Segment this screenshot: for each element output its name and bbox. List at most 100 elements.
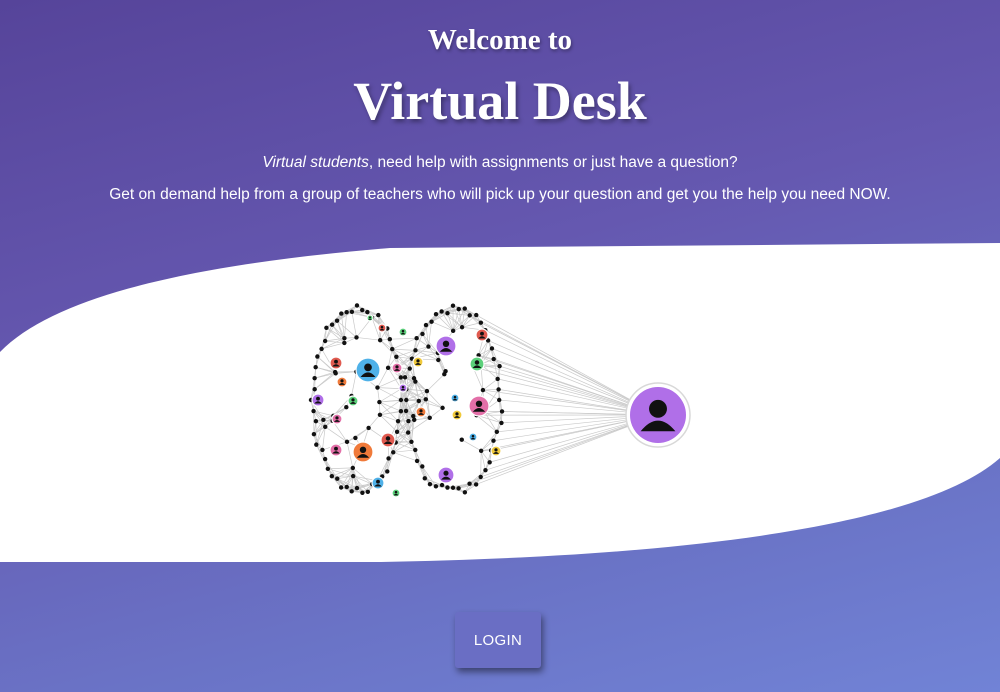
user-icon: [450, 393, 460, 403]
network-dot: [377, 412, 383, 418]
network-dot: [462, 306, 467, 311]
network-dot: [423, 397, 429, 402]
network-link: [356, 337, 381, 341]
network-link: [464, 308, 482, 323]
network-dot: [349, 309, 355, 315]
network-dot: [344, 484, 349, 490]
network-link: [379, 401, 402, 412]
user-icon: [329, 356, 343, 370]
network-dot: [339, 311, 344, 316]
network-dot: [499, 420, 504, 426]
network-dot: [398, 408, 404, 414]
network-dot: [321, 417, 326, 423]
network-dot: [491, 356, 496, 362]
user-icon-head: [480, 331, 484, 336]
network-dot: [462, 490, 468, 495]
network-dot: [395, 418, 401, 424]
network-dot: [344, 439, 350, 445]
network-dot: [349, 489, 354, 494]
network-dot: [325, 466, 331, 471]
network-link: [346, 427, 369, 443]
network-dot: [407, 366, 412, 371]
network-dot: [314, 442, 319, 447]
network-link: [314, 371, 336, 390]
network-dot: [404, 397, 409, 403]
network-link: [331, 324, 345, 339]
network-dot: [402, 375, 408, 380]
network-link: [461, 439, 482, 452]
user-icon-head: [474, 360, 480, 365]
user-icon-head: [369, 316, 371, 319]
network-dot: [420, 464, 425, 469]
network-dot: [489, 346, 495, 351]
user-icon-head: [380, 325, 384, 329]
intro-rest: , need help with assignments or just hav…: [368, 154, 738, 171]
network-dot: [313, 365, 318, 370]
network-dot: [413, 447, 418, 453]
network-dot: [322, 456, 328, 462]
user-icon: [355, 357, 381, 383]
network-dot: [311, 408, 316, 414]
user-icon-head: [376, 479, 380, 484]
network-dot: [459, 325, 465, 330]
network-dot: [478, 320, 484, 325]
user-icon-head: [334, 446, 338, 451]
brain-network-illustration: [308, 303, 691, 498]
network-link: [482, 389, 499, 391]
network-link: [327, 467, 353, 470]
network-dot: [398, 397, 404, 403]
user-icon-head: [471, 434, 475, 438]
network-dot: [406, 418, 411, 424]
network-link: [483, 410, 498, 433]
user-icon-head: [401, 385, 405, 389]
network-dot: [424, 388, 430, 394]
user-icon-head: [385, 436, 391, 441]
network-dot: [439, 482, 445, 488]
network-dot: [445, 485, 450, 490]
network-dot: [474, 312, 479, 318]
network-dot: [365, 309, 370, 315]
user-icon: [347, 395, 359, 407]
network-dot: [322, 338, 328, 344]
user-icon: [371, 476, 385, 490]
network-dot: [478, 448, 484, 454]
network-dot: [450, 303, 456, 308]
user-icon-head: [475, 400, 483, 407]
network-dot: [459, 437, 464, 442]
network-dot: [440, 405, 445, 411]
network-dot: [483, 468, 488, 473]
login-button[interactable]: LOGIN: [455, 612, 541, 668]
network-link: [392, 337, 417, 350]
network-dot: [386, 456, 391, 461]
network-dot: [329, 322, 335, 327]
network-dot: [385, 469, 390, 474]
user-icon: [412, 356, 424, 368]
intro-text: Virtual students, need help with assignm…: [0, 154, 1000, 172]
user-icon: [451, 409, 463, 421]
network-dot: [467, 481, 472, 486]
network-dot: [344, 309, 349, 315]
network-dot: [487, 460, 492, 465]
network-dot: [344, 405, 349, 410]
user-icon-head: [364, 363, 372, 372]
user-icon: [336, 376, 348, 388]
network-dot: [409, 439, 414, 445]
network-dot: [329, 473, 335, 479]
network-dot: [350, 473, 356, 479]
network-dot: [496, 387, 501, 392]
network-dot: [411, 413, 416, 419]
network-link: [314, 371, 336, 379]
network-dot: [335, 476, 340, 481]
user-icon: [435, 335, 457, 357]
network-link: [437, 359, 445, 375]
network-dot: [315, 354, 320, 359]
network-dot: [439, 309, 444, 314]
user-icon: [468, 395, 490, 417]
user-icon-head: [401, 329, 405, 333]
network-dot: [365, 489, 371, 495]
network-link: [429, 407, 443, 419]
network-dot: [376, 312, 381, 318]
user-icon: [475, 328, 489, 342]
network-dot: [353, 435, 358, 441]
user-icon-head: [494, 448, 498, 452]
